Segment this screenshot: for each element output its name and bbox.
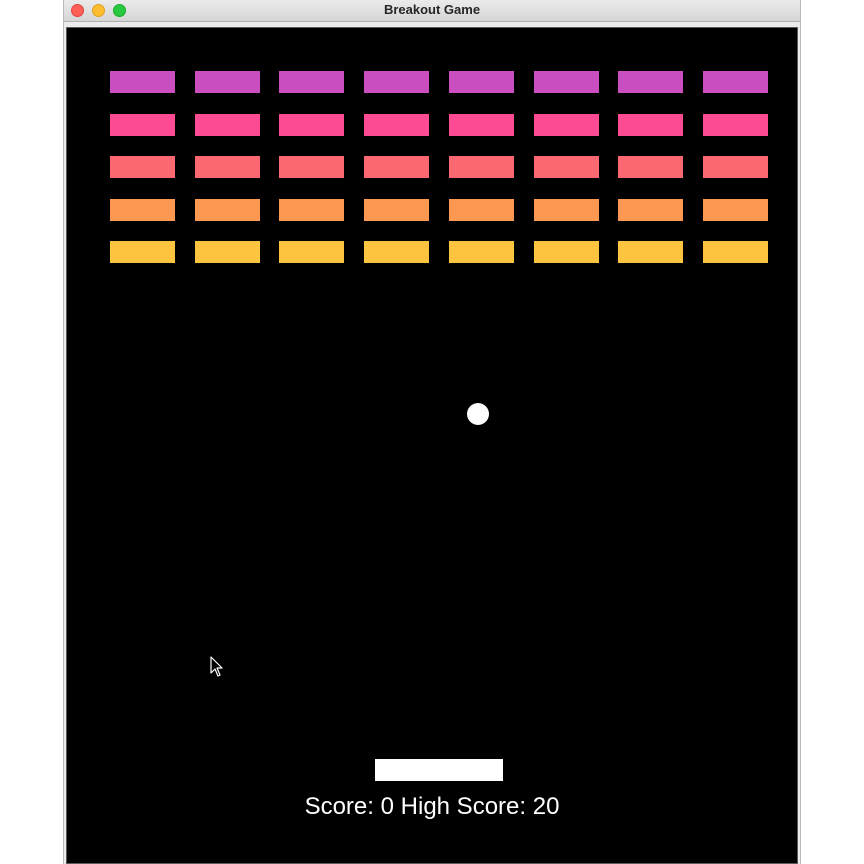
brick [195,114,260,136]
window-title: Breakout Game [383,2,481,17]
brick [703,71,768,93]
brick [618,241,683,263]
brick [110,241,175,263]
brick [449,199,514,221]
score-value: 0 [380,793,394,820]
game-canvas[interactable]: Score: 0 High Score: 20 [66,27,798,864]
brick [618,114,683,136]
brick [534,114,599,136]
game-window: Breakout Game Score: 0 High Score: 20 [63,0,801,864]
brick [364,71,429,93]
brick [110,199,175,221]
ball [467,403,489,425]
brick [449,241,514,263]
brick [449,114,514,136]
brick [364,241,429,263]
brick [195,71,260,93]
brick [279,199,344,221]
title-bar[interactable]: Breakout Game [64,0,800,22]
brick [449,71,514,93]
brick [618,199,683,221]
brick [279,71,344,93]
brick [195,199,260,221]
brick [279,114,344,136]
brick [110,156,175,178]
brick [279,156,344,178]
brick [110,71,175,93]
brick [703,156,768,178]
brick [534,199,599,221]
brick [364,114,429,136]
brick [534,71,599,93]
brick [364,156,429,178]
score-display: Score: 0 High Score: 20 [67,793,797,821]
brick [449,156,514,178]
score-label: Score: [304,793,374,820]
brick [618,156,683,178]
brick [618,71,683,93]
high-score-value: 20 [532,793,560,820]
brick [279,241,344,263]
brick [110,114,175,136]
mouse-pointer-icon [210,656,223,677]
brick [534,241,599,263]
high-score-label: High Score: [400,793,527,820]
brick [195,156,260,178]
brick [703,199,768,221]
brick [703,114,768,136]
brick [364,199,429,221]
brick [195,241,260,263]
paddle[interactable] [375,759,503,781]
brick [703,241,768,263]
brick [534,156,599,178]
